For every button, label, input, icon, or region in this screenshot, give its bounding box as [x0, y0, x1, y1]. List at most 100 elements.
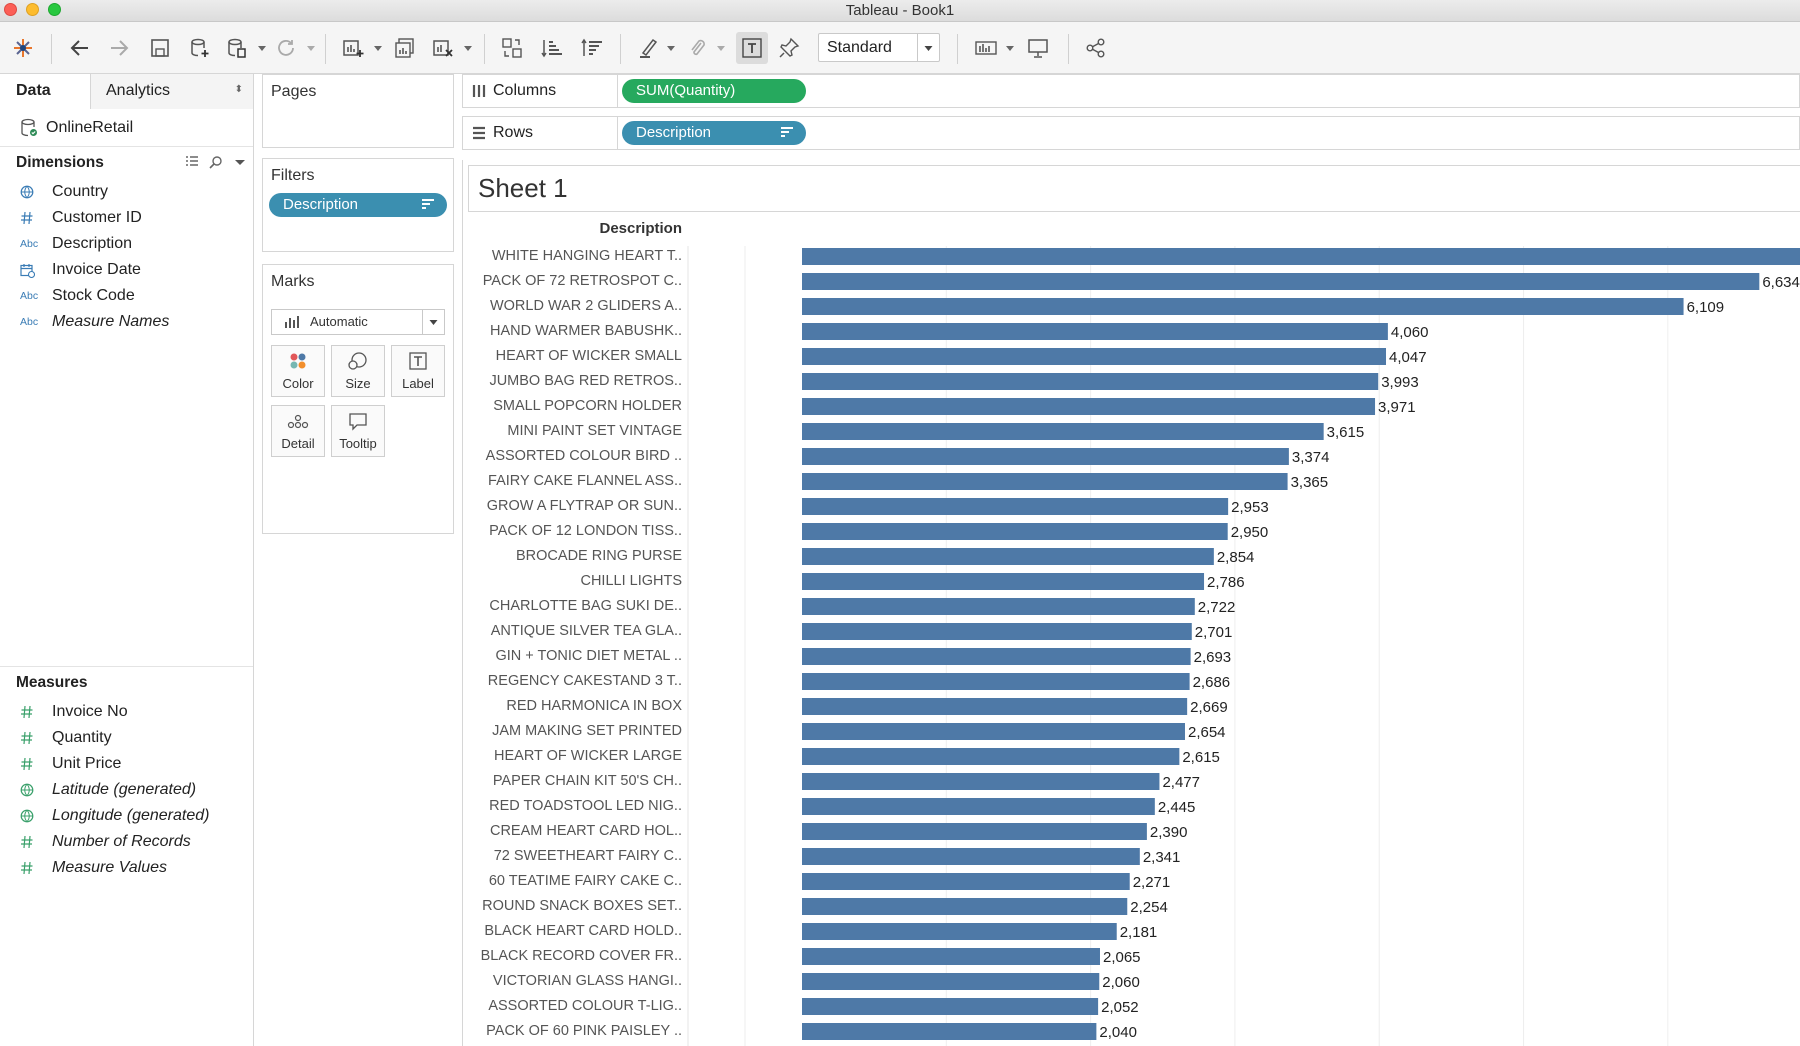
view-as-list-icon[interactable]: [185, 155, 199, 169]
save-icon[interactable]: [147, 35, 173, 61]
field-invoice-no[interactable]: Invoice No: [0, 699, 253, 725]
field-measure-values[interactable]: Measure Values: [0, 855, 253, 881]
bar-mark[interactable]: [802, 423, 1324, 440]
category-label[interactable]: BLACK HEART CARD HOLD..: [484, 923, 682, 939]
back-arrow-icon[interactable]: [67, 35, 93, 61]
bar-mark[interactable]: [802, 248, 1800, 265]
bar-mark[interactable]: [802, 648, 1191, 665]
columns-shelf[interactable]: Columns SUM(Quantity): [462, 74, 1800, 108]
field-number-of-records[interactable]: Number of Records: [0, 829, 253, 855]
category-label[interactable]: GIN + TONIC DIET METAL ..: [495, 648, 682, 664]
category-label[interactable]: HAND WARMER BABUSHK..: [490, 323, 682, 339]
bar-mark[interactable]: [802, 473, 1288, 490]
bar-mark[interactable]: [802, 673, 1190, 690]
category-label[interactable]: BROCADE RING PURSE: [516, 548, 682, 564]
sort-ascending-icon[interactable]: [539, 35, 565, 61]
tab-analytics[interactable]: Analytics ⬍: [91, 74, 253, 109]
forward-arrow-icon[interactable]: [106, 35, 132, 61]
category-label[interactable]: ROUND SNACK BOXES SET..: [482, 898, 682, 914]
group-paperclip-icon[interactable]: [684, 35, 710, 61]
bar-mark[interactable]: [802, 823, 1147, 840]
bar-mark[interactable]: [802, 273, 1760, 290]
share-icon[interactable]: [1083, 35, 1109, 61]
bar-mark[interactable]: [802, 573, 1205, 590]
category-label[interactable]: SMALL POPCORN HOLDER: [493, 398, 682, 414]
bar-mark[interactable]: [802, 623, 1192, 640]
filter-pill-description[interactable]: Description: [269, 193, 447, 217]
bar-mark[interactable]: [802, 298, 1684, 315]
bar-mark[interactable]: [802, 848, 1140, 865]
bar-mark[interactable]: [802, 748, 1180, 765]
bar-mark[interactable]: [802, 723, 1185, 740]
chevron-down-icon[interactable]: [374, 44, 382, 52]
category-label[interactable]: VICTORIAN GLASS HANGI..: [493, 973, 682, 989]
category-label[interactable]: JUMBO BAG RED RETROS..: [489, 373, 682, 389]
detail-mark-button[interactable]: Detail: [271, 405, 325, 457]
category-label[interactable]: HEART OF WICKER SMALL: [496, 348, 682, 364]
bar-mark[interactable]: [802, 323, 1388, 340]
bar-mark[interactable]: [802, 773, 1160, 790]
tooltip-mark-button[interactable]: Tooltip: [331, 405, 385, 457]
columns-pill-sum-quantity[interactable]: SUM(Quantity): [622, 79, 806, 103]
bar-mark[interactable]: [802, 798, 1155, 815]
chevron-down-icon[interactable]: [233, 155, 247, 169]
highlight-pen-icon[interactable]: [635, 35, 661, 61]
sort-descending-icon[interactable]: [579, 35, 605, 61]
field-measure-names[interactable]: Abc Measure Names: [0, 309, 253, 335]
chevron-down-icon[interactable]: [258, 44, 266, 52]
rows-pill-description[interactable]: Description: [622, 121, 806, 145]
category-label[interactable]: RED HARMONICA IN BOX: [506, 698, 682, 714]
show-cards-icon[interactable]: [973, 35, 999, 61]
new-worksheet-icon[interactable]: [340, 35, 366, 61]
chevron-down-icon[interactable]: [1006, 44, 1014, 52]
category-label[interactable]: PAPER CHAIN KIT 50'S CH..: [493, 773, 682, 789]
category-label[interactable]: CREAM HEART CARD HOL..: [490, 823, 682, 839]
field-country[interactable]: Country: [0, 179, 253, 205]
field-stock-code[interactable]: Abc Stock Code: [0, 283, 253, 309]
category-label[interactable]: PACK OF 12 LONDON TISS..: [489, 523, 682, 539]
bar-mark[interactable]: [802, 448, 1289, 465]
category-label[interactable]: JAM MAKING SET PRINTED: [492, 723, 682, 739]
chevron-down-icon[interactable]: [717, 44, 725, 52]
pause-updates-datasource-icon[interactable]: [224, 35, 250, 61]
field-description[interactable]: Abc Description: [0, 231, 253, 257]
new-datasource-icon[interactable]: [187, 35, 213, 61]
mark-type-select[interactable]: Automatic: [271, 309, 445, 335]
label-mark-button[interactable]: Label: [391, 345, 445, 397]
category-label[interactable]: REGENCY CAKESTAND 3 T..: [488, 673, 682, 689]
category-label[interactable]: ASSORTED COLOUR BIRD ..: [486, 448, 682, 464]
field-invoice-date[interactable]: Invoice Date: [0, 257, 253, 283]
category-label[interactable]: HEART OF WICKER LARGE: [494, 748, 682, 764]
category-label[interactable]: GROW A FLYTRAP OR SUN..: [487, 498, 682, 514]
refresh-icon[interactable]: [273, 35, 299, 61]
category-label[interactable]: BLACK RECORD COVER FR..: [481, 948, 682, 964]
bar-mark[interactable]: [802, 898, 1128, 915]
color-mark-button[interactable]: Color: [271, 345, 325, 397]
category-label[interactable]: FAIRY CAKE FLANNEL ASS..: [488, 473, 682, 489]
category-label[interactable]: CHARLOTTE BAG SUKI DE..: [489, 598, 682, 614]
category-label[interactable]: ANTIQUE SILVER TEA GLA..: [491, 623, 682, 639]
view-size-select[interactable]: Standard: [818, 33, 940, 62]
category-label[interactable]: RED TOADSTOOL LED NIG..: [489, 798, 682, 814]
presentation-mode-icon[interactable]: [1025, 35, 1051, 61]
pin-icon[interactable]: [776, 35, 802, 61]
field-latitude-generated[interactable]: Latitude (generated): [0, 777, 253, 803]
category-label[interactable]: 72 SWEETHEART FAIRY C..: [494, 848, 682, 864]
field-customer-id[interactable]: Customer ID: [0, 205, 253, 231]
chevron-down-icon[interactable]: [464, 44, 472, 52]
show-mark-labels-icon[interactable]: [736, 32, 768, 64]
category-label[interactable]: CHILLI LIGHTS: [580, 573, 682, 589]
field-longitude-generated[interactable]: Longitude (generated): [0, 803, 253, 829]
filters-card[interactable]: Filters Description: [262, 158, 454, 252]
bar-mark[interactable]: [802, 348, 1387, 365]
bar-mark[interactable]: [802, 873, 1130, 890]
clear-sheet-icon[interactable]: [430, 35, 456, 61]
category-label[interactable]: ASSORTED COLOUR T-LIG..: [488, 998, 682, 1014]
category-label[interactable]: 60 TEATIME FAIRY CAKE C..: [489, 873, 682, 889]
swap-rows-columns-icon[interactable]: [499, 35, 525, 61]
bar-mark[interactable]: [802, 923, 1117, 940]
bar-mark[interactable]: [802, 948, 1100, 965]
pages-card[interactable]: Pages: [262, 74, 454, 148]
size-mark-button[interactable]: Size: [331, 345, 385, 397]
category-label[interactable]: MINI PAINT SET VINTAGE: [507, 423, 682, 439]
